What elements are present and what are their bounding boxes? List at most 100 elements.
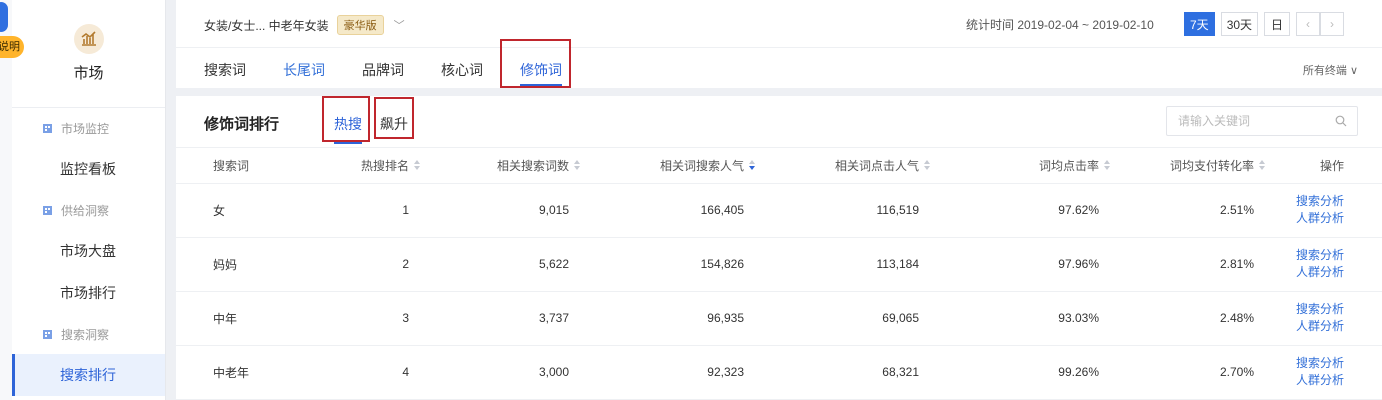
col-header-actions: 操作	[1266, 148, 1382, 184]
cell-rank: 4	[316, 345, 421, 400]
col-header-search-pop[interactable]: 相关词搜索人气	[581, 148, 756, 184]
cell-ctr: 99.26%	[931, 345, 1111, 400]
brand-label: 市场	[73, 65, 104, 82]
category-path: 女装/女士... 中老年女装	[204, 18, 329, 33]
cell-count: 3,000	[421, 345, 581, 400]
sort-icon[interactable]	[923, 159, 931, 171]
sidebar-group-label: 供给洞察	[61, 203, 110, 218]
terminal-selector[interactable]: 所有终端 ∨	[1303, 62, 1358, 78]
sort-icon[interactable]	[1258, 159, 1266, 171]
cell-click-pop: 116,519	[756, 183, 931, 238]
keyword-search-input[interactable]	[1178, 114, 1328, 128]
period-7d-button[interactable]: 7天	[1184, 12, 1215, 36]
search-icon[interactable]	[1335, 115, 1347, 127]
date-range: 统计时间 2019-02-04 ~ 2019-02-10	[966, 18, 1154, 32]
sidebar-item-market-ranking[interactable]: 市场排行	[12, 272, 165, 314]
tab-core-words[interactable]: 核心词	[441, 60, 483, 80]
sort-icon[interactable]	[413, 159, 421, 171]
col-header-label: 热搜排名	[360, 158, 409, 173]
sidebar-brand[interactable]: 市场	[12, 0, 165, 108]
search-analysis-link[interactable]: 搜索分析	[1266, 355, 1344, 372]
cell-search-pop: 166,405	[581, 183, 756, 238]
sidebar-group-monitor: 市场监控	[12, 108, 165, 148]
active-subtab-underline	[334, 142, 362, 144]
category-selector[interactable]: 女装/女士... 中老年女装 豪华版 ﹀	[204, 15, 405, 35]
floating-helper-icon[interactable]	[0, 2, 8, 32]
tab-brand-words[interactable]: 品牌词	[362, 60, 404, 80]
chevron-down-icon: ∨	[1349, 65, 1358, 77]
cell-click-pop: 69,065	[756, 291, 931, 346]
cell-cvr: 2.70%	[1111, 345, 1266, 400]
panel-title: 修饰词排行	[204, 116, 280, 133]
cell-word: 中年	[176, 291, 316, 346]
highlight-box	[374, 97, 414, 139]
cell-count: 3,737	[421, 291, 581, 346]
sidebar-group-supply: 供给洞察	[12, 190, 165, 230]
crowd-analysis-link[interactable]: 人群分析	[1266, 318, 1344, 335]
chevron-left-icon[interactable]: ‹	[1296, 12, 1321, 36]
edition-badge: 豪华版	[336, 15, 384, 35]
col-header-click-pop[interactable]: 相关词点击人气	[756, 148, 931, 184]
col-header-cvr[interactable]: 词均支付转化率	[1111, 148, 1266, 184]
col-header-label: 相关搜索词数	[496, 158, 569, 173]
chevron-right-icon[interactable]: ›	[1320, 12, 1345, 36]
search-analysis-link[interactable]: 搜索分析	[1266, 247, 1344, 264]
cell-actions: 搜索分析 人群分析	[1266, 345, 1382, 400]
building-icon	[43, 329, 52, 339]
sidebar-item-label: 市场排行	[60, 285, 116, 301]
cell-ctr: 93.03%	[931, 291, 1111, 346]
terminal-label: 所有终端	[1302, 65, 1347, 77]
cell-ctr: 97.96%	[931, 237, 1111, 292]
search-analysis-link[interactable]: 搜索分析	[1266, 301, 1344, 318]
highlight-box	[500, 39, 571, 88]
table-header-row: 搜索词 热搜排名 相关搜索词数 相关词搜索人气 相关词点击人气 词均点击率 词均…	[176, 148, 1382, 184]
period-30d-button[interactable]: 30天	[1220, 12, 1259, 36]
table-row: 女 1 9,015 166,405 116,519 97.62% 2.51% 搜…	[176, 183, 1382, 238]
sidebar-item-search-ranking[interactable]: 搜索排行	[12, 354, 165, 396]
cell-search-pop: 96,935	[581, 291, 756, 346]
sidebar-item-label: 搜索排行	[60, 367, 116, 383]
col-header-count[interactable]: 相关搜索词数	[421, 148, 581, 184]
cell-actions: 搜索分析 人群分析	[1266, 183, 1382, 238]
col-header-label: 词均点击率	[1038, 158, 1099, 173]
market-icon	[73, 24, 104, 54]
sidebar-group-label: 市场监控	[61, 121, 110, 136]
crowd-analysis-link[interactable]: 人群分析	[1266, 372, 1344, 389]
sort-icon[interactable]	[573, 159, 581, 171]
cell-actions: 搜索分析 人群分析	[1266, 291, 1382, 346]
tab-search-words[interactable]: 搜索词	[204, 60, 246, 80]
tab-long-tail-words[interactable]: 长尾词	[283, 60, 325, 80]
sidebar-item-label: 监控看板	[60, 161, 116, 177]
cell-rank: 3	[316, 291, 421, 346]
cell-count: 5,622	[421, 237, 581, 292]
sidebar-item-monitor-board[interactable]: 监控看板	[12, 148, 165, 190]
sort-desc-icon[interactable]	[748, 159, 756, 171]
building-icon	[43, 123, 52, 133]
highlight-box	[322, 96, 370, 142]
cell-click-pop: 113,184	[756, 237, 931, 292]
sidebar: 市场 市场监控 监控看板 供给洞察 市场大盘 市场排行 搜索洞察 搜索排行	[12, 0, 166, 400]
col-header-label: 相关词搜索人气	[659, 158, 744, 173]
crowd-analysis-link[interactable]: 人群分析	[1266, 210, 1344, 227]
sort-icon[interactable]	[1103, 159, 1111, 171]
cell-actions: 搜索分析 人群分析	[1266, 237, 1382, 292]
crowd-analysis-link[interactable]: 人群分析	[1266, 264, 1344, 281]
cell-cvr: 2.81%	[1111, 237, 1266, 292]
cell-search-pop: 154,826	[581, 237, 756, 292]
cell-word: 妈妈	[176, 237, 316, 292]
sidebar-group-search: 搜索洞察	[12, 314, 165, 354]
col-header-label: 搜索词	[213, 158, 250, 173]
period-day-button[interactable]: 日	[1264, 12, 1291, 36]
help-badge[interactable]: 说明	[0, 36, 24, 58]
search-analysis-link[interactable]: 搜索分析	[1266, 193, 1344, 210]
cell-search-pop: 92,323	[581, 345, 756, 400]
cell-cvr: 2.51%	[1111, 183, 1266, 238]
sidebar-item-label: 市场大盘	[60, 243, 116, 259]
col-header-rank[interactable]: 热搜排名	[316, 148, 421, 184]
col-header-ctr[interactable]: 词均点击率	[931, 148, 1111, 184]
chevron-down-icon[interactable]: ﹀	[394, 17, 405, 33]
building-icon	[43, 205, 52, 215]
keyword-search	[1166, 106, 1358, 136]
sidebar-item-market-overview[interactable]: 市场大盘	[12, 230, 165, 272]
table-row: 妈妈 2 5,622 154,826 113,184 97.96% 2.81% …	[176, 237, 1382, 292]
